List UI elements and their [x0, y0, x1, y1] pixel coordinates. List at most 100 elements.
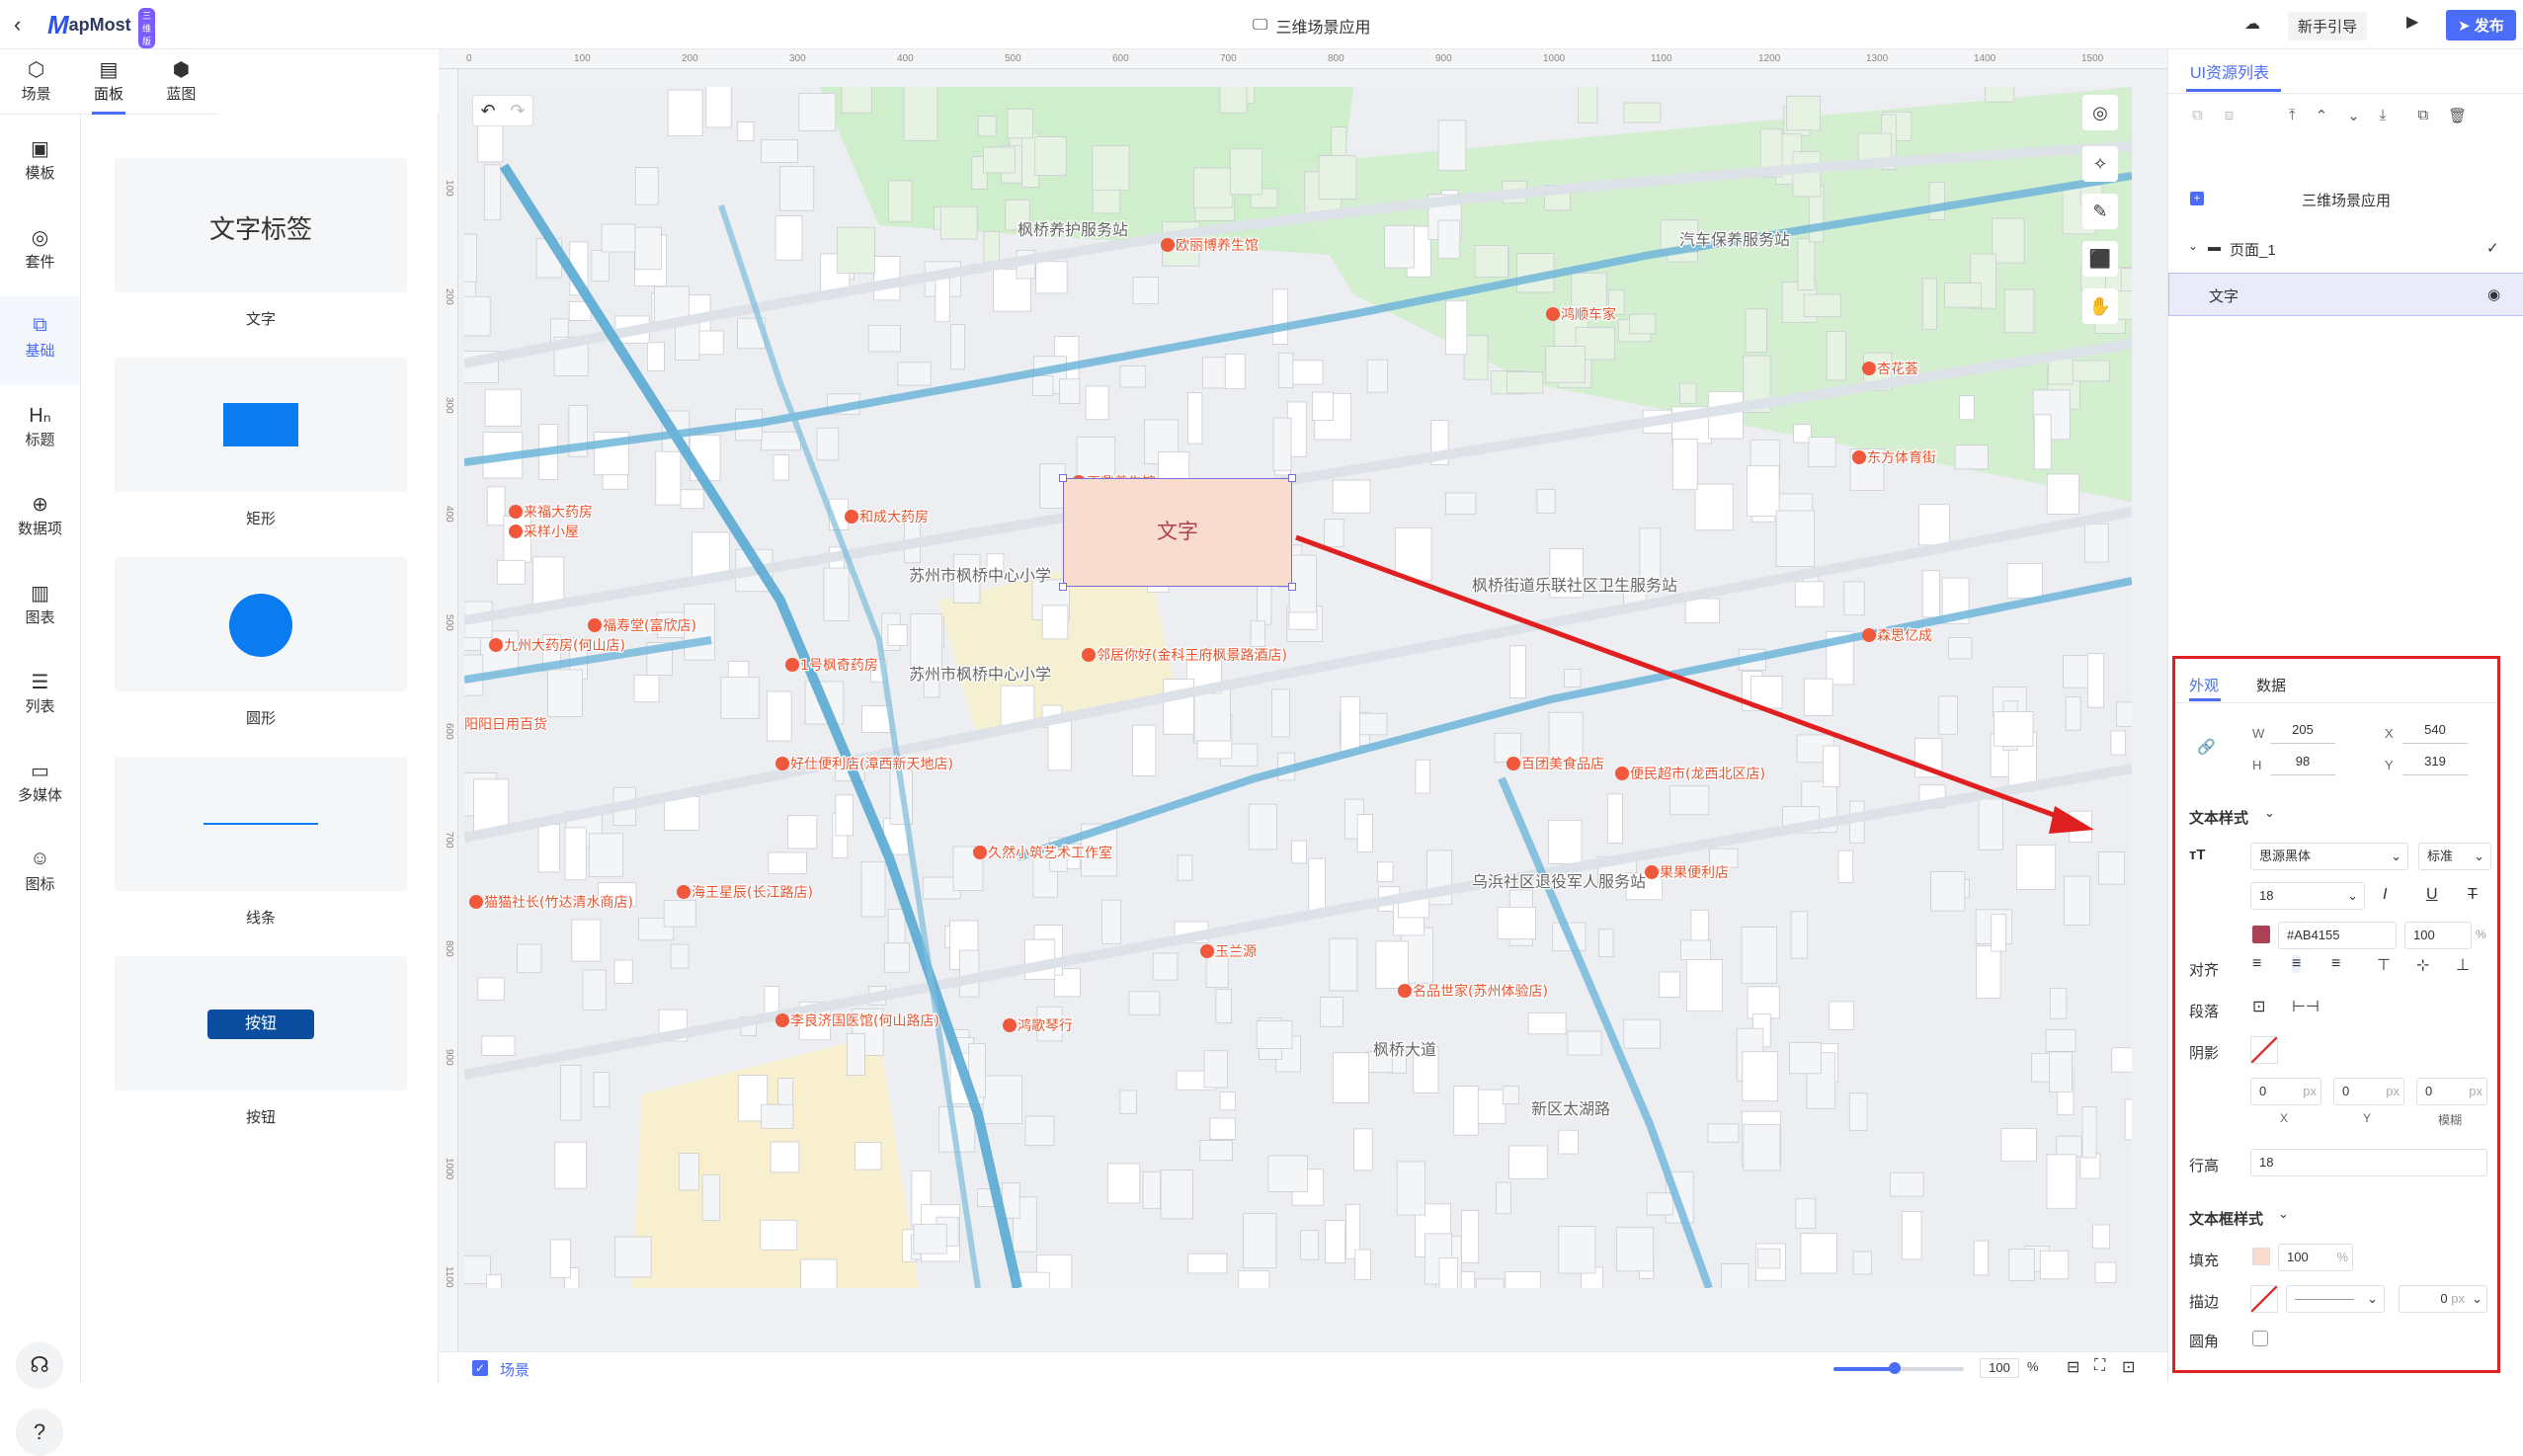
move-down-icon[interactable]: ⌄ [2347, 107, 2360, 124]
text-opacity-input[interactable]: 100 [2404, 922, 2472, 949]
align-middle-icon[interactable]: ⊹ [2416, 955, 2429, 975]
logo: M apMost 三维版 [47, 8, 156, 48]
font-size-select[interactable]: 18 ⌄ [2250, 882, 2365, 910]
nav-list[interactable]: ☰ 列表 [0, 652, 80, 741]
ruler-tick-label: 1000 [444, 1158, 454, 1180]
publish-button[interactable]: ➤ 发布 [2446, 10, 2516, 40]
nav-icon[interactable]: ☺ 图标 [0, 830, 80, 919]
cloud-sync-icon[interactable]: ☁ [2244, 14, 2260, 34]
shadow-x-input[interactable]: 0 px [2250, 1078, 2321, 1105]
chevron-down-icon[interactable]: ⌄ [2264, 805, 2275, 821]
chevron-down-icon[interactable]: ⌄ [2188, 239, 2198, 253]
zoom-unit: % [2027, 1359, 2039, 1374]
support-icon[interactable]: ☊ [16, 1341, 63, 1389]
scene-checkbox[interactable]: ✓ [472, 1360, 488, 1376]
underline-icon[interactable]: U [2426, 886, 2438, 904]
eye-icon[interactable]: ◉ [2487, 285, 2500, 303]
ruler-tick-label: 1300 [1866, 53, 1889, 64]
align-top-icon[interactable]: ⊤ [2377, 955, 2391, 975]
move-bottom-icon[interactable]: ⤓ [2380, 107, 2387, 124]
link-icon[interactable]: 🔗 [2197, 738, 2216, 756]
tree-root[interactable]: + 三维场景应用 [2168, 178, 2523, 221]
nav-data-item[interactable]: ⊕ 数据项 [0, 474, 80, 563]
move-top-icon[interactable]: ⤒ [2289, 107, 2296, 124]
fit-width-icon[interactable]: ⊟ [2067, 1357, 2079, 1377]
zoom-slider-thumb[interactable] [1889, 1362, 1901, 1374]
palette-rect-card[interactable] [115, 358, 407, 492]
tab-data[interactable]: 数据 [2256, 675, 2286, 695]
move-up-icon[interactable]: ⌃ [2316, 107, 2328, 124]
palette-button-card[interactable]: 按钮 [115, 956, 407, 1091]
nav-template[interactable]: ▣ 模板 [0, 119, 80, 207]
chevron-down-icon: ⌄ [2472, 1291, 2482, 1306]
letter-spacing-icon[interactable]: ⊢⊣ [2292, 997, 2320, 1016]
palette-line-card[interactable] [115, 757, 407, 891]
delete-icon[interactable]: 🗑 [2448, 107, 2467, 124]
align-bottom-icon[interactable]: ⊥ [2456, 955, 2470, 975]
ungroup-icon[interactable]: ⧈ [2225, 107, 2235, 123]
component-palette: 文字标签 文字 矩形 圆形 线条 按钮 按钮 [81, 115, 439, 1384]
tab-blueprint[interactable]: ⬢ 蓝图 [145, 49, 217, 114]
corner-radius-checkbox[interactable] [2252, 1331, 2268, 1346]
media-icon: ▭ [31, 761, 49, 782]
strikethrough-icon[interactable]: T [2468, 886, 2478, 904]
align-left-icon[interactable]: ≡ [2252, 955, 2261, 973]
text-color-input[interactable]: #AB4155 [2278, 922, 2397, 949]
tab-appearance[interactable]: 外观 [2189, 675, 2219, 695]
group-icon[interactable]: ⧉ [2192, 107, 2203, 123]
back-icon[interactable]: ‹ [14, 12, 21, 38]
preview-icon[interactable]: ▶ [2406, 12, 2418, 32]
palette-text-card[interactable]: 文字标签 [115, 158, 407, 292]
canvas-area: 0 100 200 300 400 500 600 700 800 900 1000 1100 1200… [439, 49, 2167, 1384]
palette-circle-card[interactable] [115, 557, 407, 691]
tree-page[interactable]: ⌄ ▬ 页面_1 ✓ [2168, 229, 2523, 269]
stroke-style-select[interactable]: ⌄ [2286, 1285, 2385, 1313]
stroke-width-input[interactable]: 0 px ⌄ [2399, 1285, 2487, 1313]
nav-basic[interactable]: ⧉ 基础 [0, 296, 80, 385]
map-3d-scene[interactable]: 苏州市枫桥中心小学 乌浜社区退役军人服务站 久然小筑艺术工作室 鸿歌琴行 名品世家(苏州… [464, 87, 2132, 1288]
fill-color-swatch[interactable] [2252, 1248, 2270, 1265]
text-color-swatch[interactable] [2252, 926, 2270, 943]
width-input[interactable]: 205 [2270, 722, 2335, 744]
font-weight-select[interactable]: 标准 ⌄ [2418, 843, 2491, 870]
scene-toggle-label: 场景 [500, 1362, 530, 1379]
nav-chart[interactable]: ▥ 图表 [0, 563, 80, 652]
tab-panel-label: 面板 [93, 86, 123, 103]
tab-ui-resources[interactable]: UI资源列表 [2190, 59, 2269, 83]
guide-button[interactable]: 新手引导 [2288, 12, 2368, 40]
font-family-select[interactable]: 思源黑体 ⌄ [2250, 843, 2408, 870]
align-center-icon[interactable]: ≡ [2292, 955, 2302, 973]
nav-heading[interactable]: Hₙ 标题 [0, 385, 80, 474]
zoom-slider[interactable] [1833, 1362, 1964, 1374]
nav-media[interactable]: ▭ 多媒体 [0, 741, 80, 830]
stroke-width-value: 0 [2440, 1291, 2448, 1306]
shadow-blur-input[interactable]: 0 px [2416, 1078, 2487, 1105]
palette-label: 矩形 [245, 511, 276, 527]
x-input[interactable]: 540 [2402, 722, 2468, 744]
shadow-y-input[interactable]: 0 px [2333, 1078, 2404, 1105]
italic-icon[interactable]: I [2383, 886, 2387, 904]
shadow-color-swatch[interactable] [2250, 1036, 2278, 1064]
tab-panel[interactable]: ▤ 面板 [72, 49, 144, 115]
height-input[interactable]: 98 [2270, 754, 2335, 775]
wrap-text-icon[interactable]: ⊡ [2252, 997, 2265, 1016]
help-icon[interactable]: ? [16, 1409, 63, 1456]
fill-opacity-input[interactable]: 100% [2278, 1244, 2353, 1271]
chart-icon: ▥ [31, 583, 49, 605]
copy-icon[interactable]: ⧉ [2417, 107, 2428, 124]
px-unit: px [2469, 1084, 2482, 1098]
layer-toolbar-left: ⧉ ⧈ [2192, 107, 2234, 123]
line-height-input[interactable]: 18 [2250, 1149, 2487, 1176]
nav-label: 列表 [25, 698, 55, 715]
actual-size-icon[interactable]: ⊡ [2122, 1357, 2135, 1377]
zoom-input[interactable]: 100 [1980, 1358, 2019, 1378]
nav-kit[interactable]: ◎ 套件 [0, 207, 80, 296]
tree-item-selected[interactable]: 文字 ◉ [2168, 273, 2523, 316]
chevron-down-icon[interactable]: ⌄ [2278, 1206, 2289, 1222]
y-input[interactable]: 319 [2402, 754, 2468, 775]
ruler-tick-label: 100 [444, 180, 454, 197]
stroke-color-swatch[interactable] [2250, 1285, 2278, 1313]
align-right-icon[interactable]: ≡ [2331, 955, 2340, 973]
fit-screen-icon[interactable]: ⛶ [2094, 1357, 2105, 1375]
tab-scene[interactable]: ⬡ 场景 [0, 49, 72, 114]
